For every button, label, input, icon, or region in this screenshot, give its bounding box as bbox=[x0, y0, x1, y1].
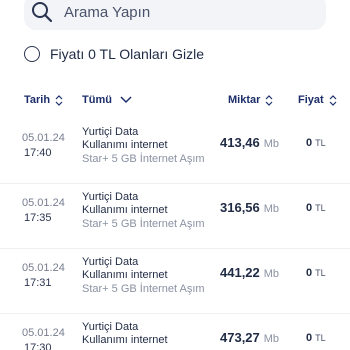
type-header-label: Tümü bbox=[82, 94, 112, 106]
chevron-down-icon bbox=[120, 96, 132, 104]
row-amount: 473,27 Mb bbox=[220, 330, 279, 345]
row-time: 17:35 bbox=[24, 212, 52, 224]
row-amount: 316,56 Mb bbox=[220, 200, 279, 215]
row-amount-value: 441,22 bbox=[220, 265, 260, 280]
row-amount-unit: Mb bbox=[263, 333, 280, 345]
row-time: 17:31 bbox=[24, 277, 52, 289]
search-input[interactable]: Arama Yapın bbox=[64, 4, 150, 21]
row-package: Star+ 5 GB İnternet Aşım bbox=[82, 153, 205, 165]
row-amount: 441,22 Mb bbox=[220, 265, 279, 280]
sort-amount-button[interactable]: Miktar bbox=[228, 94, 273, 106]
sort-icon bbox=[55, 94, 63, 106]
row-description: Kullanımı internet bbox=[82, 269, 168, 281]
row-date: 05.01.24 bbox=[22, 197, 65, 209]
row-price-currency: TL bbox=[315, 268, 326, 278]
row-divider bbox=[0, 183, 350, 184]
row-package: Star+ 5 GB İnternet Aşım bbox=[82, 218, 205, 230]
row-provider: Yurtiçi Data bbox=[82, 321, 139, 333]
hide-free-filter[interactable]: Fiyatı 0 TL Olanları Gizle bbox=[24, 46, 204, 62]
row-time: 17:30 bbox=[24, 342, 52, 350]
row-price-value: 0 bbox=[306, 332, 313, 344]
table-row[interactable]: 05.01.24 17:35 Yurtiçi Data Kullanımı in… bbox=[0, 191, 350, 256]
table-row[interactable]: 05.01.24 17:40 Yurtiçi Data Kullanımı in… bbox=[0, 126, 350, 191]
table-row[interactable]: 05.01.24 17:31 Yurtiçi Data Kullanımı in… bbox=[0, 256, 350, 321]
hide-free-label: Fiyatı 0 TL Olanları Gizle bbox=[50, 46, 205, 62]
sort-icon bbox=[265, 94, 273, 106]
date-header-label: Tarih bbox=[24, 94, 51, 106]
row-description: Kullanımı internet bbox=[82, 204, 168, 216]
row-amount-value: 413,46 bbox=[220, 135, 260, 150]
amount-header-label: Miktar bbox=[228, 94, 261, 106]
row-time: 17:40 bbox=[24, 147, 52, 159]
row-amount-value: 473,27 bbox=[220, 330, 260, 345]
row-divider bbox=[0, 248, 350, 249]
row-price: 0 TL bbox=[306, 137, 326, 149]
table-header: Tarih Tümü Miktar Fiyat bbox=[0, 94, 350, 114]
row-price-value: 0 bbox=[306, 202, 313, 214]
row-package: Star+ 5 GB İnternet Aşım bbox=[82, 283, 205, 295]
row-amount-unit: Mb bbox=[263, 268, 280, 280]
row-date: 05.01.24 bbox=[22, 262, 65, 274]
sort-price-button[interactable]: Fiyat bbox=[298, 94, 337, 106]
row-price: 0 TL bbox=[306, 332, 326, 344]
row-price-value: 0 bbox=[306, 137, 313, 149]
row-price-currency: TL bbox=[315, 138, 326, 148]
row-price-currency: TL bbox=[315, 203, 326, 213]
row-price: 0 TL bbox=[306, 267, 326, 279]
sort-date-button[interactable]: Tarih bbox=[24, 94, 63, 106]
row-price: 0 TL bbox=[306, 202, 326, 214]
type-dropdown[interactable]: Tümü bbox=[82, 94, 132, 106]
row-description: Kullanımı internet bbox=[82, 139, 168, 151]
price-header-label: Fiyat bbox=[298, 94, 324, 106]
row-provider: Yurtiçi Data bbox=[82, 126, 139, 138]
row-date: 05.01.24 bbox=[22, 327, 65, 339]
table-row[interactable]: 05.01.24 17:30 Yurtiçi Data Kullanımı in… bbox=[0, 321, 350, 350]
row-amount-unit: Mb bbox=[263, 203, 280, 215]
row-date: 05.01.24 bbox=[22, 132, 65, 144]
row-price-value: 0 bbox=[306, 267, 313, 279]
row-provider: Yurtiçi Data bbox=[82, 256, 139, 268]
row-amount-value: 316,56 bbox=[220, 200, 260, 215]
search-bar[interactable]: Arama Yapın bbox=[24, 0, 326, 30]
row-amount-unit: Mb bbox=[263, 138, 280, 150]
row-provider: Yurtiçi Data bbox=[82, 191, 139, 203]
row-description: Kullanımı internet bbox=[82, 334, 168, 346]
row-price-currency: TL bbox=[315, 333, 326, 343]
row-divider bbox=[0, 313, 350, 314]
search-icon bbox=[32, 2, 53, 23]
sort-icon bbox=[329, 94, 337, 106]
row-amount: 413,46 Mb bbox=[220, 135, 279, 150]
hide-free-checkbox[interactable] bbox=[24, 46, 40, 62]
